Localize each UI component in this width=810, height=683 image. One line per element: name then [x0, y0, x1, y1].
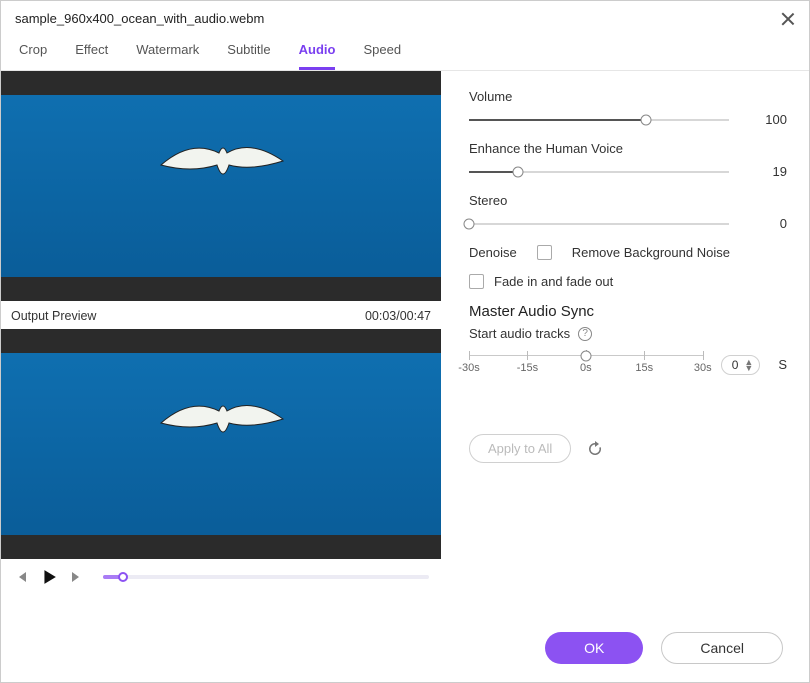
- dialog-footer: OK Cancel: [1, 618, 809, 682]
- stereo-slider[interactable]: [469, 223, 729, 225]
- stepper-icon[interactable]: ▲▼: [744, 359, 753, 371]
- sync-offset-input[interactable]: 0 ▲▼: [721, 355, 761, 375]
- dialog-body: Output Preview 00:03/00:47 Volume: [1, 71, 809, 618]
- denoise-label: Denoise: [469, 245, 517, 260]
- step-forward-icon[interactable]: [69, 569, 85, 585]
- master-sync-subtitle: Start audio tracks: [469, 326, 570, 341]
- tab-speed[interactable]: Speed: [363, 42, 401, 70]
- remove-noise-checkbox[interactable]: [537, 245, 552, 260]
- preview-info-row: Output Preview 00:03/00:47: [1, 301, 441, 329]
- volume-slider[interactable]: [469, 119, 729, 121]
- cancel-button[interactable]: Cancel: [661, 632, 783, 664]
- dialog-window: sample_960x400_ocean_with_audio.webm Cro…: [0, 0, 810, 683]
- tab-effect[interactable]: Effect: [75, 42, 108, 70]
- preview-label: Output Preview: [11, 309, 96, 323]
- sync-offset-value: 0: [732, 358, 739, 372]
- sync-unit: S: [778, 357, 787, 372]
- master-sync-title: Master Audio Sync: [469, 303, 787, 320]
- source-video: [1, 71, 441, 301]
- output-video: [1, 329, 441, 559]
- titlebar: sample_960x400_ocean_with_audio.webm: [1, 1, 809, 30]
- video-content-icon: [151, 379, 291, 459]
- volume-label: Volume: [469, 89, 787, 104]
- progress-slider[interactable]: [103, 575, 429, 579]
- volume-value: 100: [747, 112, 787, 127]
- sync-slider[interactable]: [469, 355, 703, 356]
- fade-checkbox[interactable]: [469, 274, 484, 289]
- tab-subtitle[interactable]: Subtitle: [227, 42, 270, 70]
- window-title: sample_960x400_ocean_with_audio.webm: [15, 11, 264, 26]
- stereo-value: 0: [747, 216, 787, 231]
- video-content-icon: [151, 121, 291, 201]
- apply-to-all-button[interactable]: Apply to All: [469, 434, 571, 463]
- enhance-value: 19: [747, 164, 787, 179]
- tab-watermark[interactable]: Watermark: [136, 42, 199, 70]
- sync-tick-labels: -30s -15s 0s 15s 30s: [469, 362, 703, 378]
- preview-pane: Output Preview 00:03/00:47: [1, 71, 441, 618]
- tab-audio[interactable]: Audio: [299, 42, 336, 70]
- tab-crop[interactable]: Crop: [19, 42, 47, 70]
- reset-icon[interactable]: [587, 441, 603, 457]
- close-icon[interactable]: [781, 12, 795, 26]
- play-icon[interactable]: [41, 569, 57, 585]
- stereo-label: Stereo: [469, 193, 787, 208]
- tab-bar: Crop Effect Watermark Subtitle Audio Spe…: [1, 30, 809, 71]
- enhance-label: Enhance the Human Voice: [469, 141, 787, 156]
- help-icon[interactable]: ?: [578, 327, 592, 341]
- audio-settings-pane: Volume 100 Enhance the Human Voice 19 St…: [441, 71, 809, 618]
- ok-button[interactable]: OK: [545, 632, 643, 664]
- fade-label: Fade in and fade out: [494, 274, 613, 289]
- player-controls: [1, 559, 441, 599]
- step-back-icon[interactable]: [13, 569, 29, 585]
- preview-time: 00:03/00:47: [365, 309, 431, 323]
- enhance-slider[interactable]: [469, 171, 729, 173]
- remove-noise-label: Remove Background Noise: [572, 245, 730, 260]
